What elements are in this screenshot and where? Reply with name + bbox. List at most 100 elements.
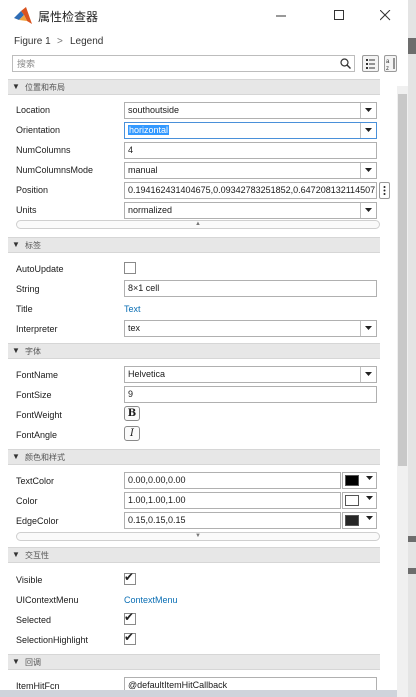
label-selected: Selected [16, 615, 52, 625]
background-block [408, 536, 416, 542]
breadcrumb: Figure 1 > Legend [0, 31, 397, 53]
label-color: Color [16, 496, 38, 506]
autoupdate-checkbox[interactable] [124, 262, 136, 274]
list-view-icon [366, 59, 375, 69]
label-textcolor: TextColor [16, 476, 55, 486]
orientation-dropdown-button[interactable] [360, 123, 376, 138]
edgecolor-input[interactable]: 0.15,0.15,0.15 [124, 512, 341, 529]
chevron-down-icon: ▼ [195, 533, 201, 539]
selected-checkbox[interactable]: ✔ [124, 610, 136, 625]
breadcrumb-legend[interactable]: Legend [70, 36, 103, 47]
label-uicontextmenu: UIContextMenu [16, 595, 79, 605]
string-input[interactable]: 8×1 cell [124, 280, 377, 297]
vertical-scrollbar[interactable] [397, 86, 408, 697]
search-icon[interactable] [340, 58, 351, 69]
expand-advanced-bar[interactable]: ▼ [16, 532, 380, 541]
fontangle-italic-button[interactable]: I [124, 426, 140, 441]
svg-text:a: a [386, 59, 390, 65]
checkmark-icon: ✔ [124, 570, 135, 584]
breadcrumb-figure[interactable]: Figure 1 [14, 36, 51, 47]
title-bar: 属性检查器 [0, 0, 397, 31]
collapse-triangle-icon: ▼ [12, 550, 20, 559]
search-input[interactable] [17, 57, 337, 71]
title-link[interactable]: Text [124, 304, 141, 314]
numcolumns-input[interactable]: 4 [124, 142, 377, 159]
textcolor-picker-button[interactable] [342, 472, 377, 489]
background-block [408, 568, 416, 574]
label-string: String [16, 284, 40, 294]
color-input[interactable]: 1.00,1.00,1.00 [124, 492, 341, 509]
close-button[interactable] [362, 0, 408, 31]
minimize-button[interactable] [258, 0, 304, 31]
more-vertical-icon [383, 186, 386, 195]
maximize-button[interactable] [316, 0, 362, 31]
scrollbar-thumb[interactable] [398, 94, 407, 466]
label-position: Position [16, 185, 49, 195]
collapse-advanced-bar[interactable]: ▲ [16, 220, 380, 229]
chevron-down-icon [365, 108, 372, 112]
orientation-dropdown[interactable]: horizontal [124, 122, 377, 139]
fontsize-input[interactable]: 9 [124, 386, 377, 403]
fontname-dropdown-button[interactable] [360, 367, 376, 382]
chevron-down-icon [366, 496, 373, 500]
label-autoupdate: AutoUpdate [16, 264, 64, 274]
interpreter-dropdown-button[interactable] [360, 321, 376, 336]
interpreter-dropdown[interactable]: tex [124, 320, 377, 337]
breadcrumb-separator-icon: > [57, 36, 63, 47]
numcolumnsmode-dropdown-button[interactable] [360, 163, 376, 178]
section-font[interactable]: ▼ 字体 [8, 343, 380, 359]
label-fontangle: FontAngle [16, 430, 58, 440]
label-edgecolor: EdgeColor [16, 516, 59, 526]
label-numcolumnsmode: NumColumnsMode [16, 165, 94, 175]
location-dropdown[interactable]: southoutside [124, 102, 377, 119]
section-layout[interactable]: ▼ 位置和布局 [8, 79, 380, 95]
units-dropdown-button[interactable] [360, 203, 376, 218]
section-interactivity[interactable]: ▼ 交互性 [8, 547, 380, 563]
collapse-triangle-icon: ▼ [12, 657, 20, 666]
collapse-triangle-icon: ▼ [12, 346, 20, 355]
checkmark-icon: ✔ [124, 610, 135, 624]
position-more-button[interactable] [379, 182, 390, 199]
fontname-dropdown[interactable]: Helvetica [124, 366, 377, 383]
visible-checkbox[interactable]: ✔ [124, 570, 136, 585]
section-labels[interactable]: ▼ 标签 [8, 237, 380, 253]
label-title: Title [16, 304, 33, 314]
label-interpreter: Interpreter [16, 324, 58, 334]
matlab-logo [14, 7, 32, 24]
section-callbacks[interactable]: ▼ 回调 [8, 654, 380, 670]
svg-text:z: z [386, 66, 389, 71]
category-view-button[interactable] [362, 55, 379, 72]
uicontextmenu-link[interactable]: ContextMenu [124, 595, 178, 605]
label-fontname: FontName [16, 370, 59, 380]
background-window-strip [408, 0, 416, 697]
position-input[interactable]: 0.194162431404675,0.09342783251852,0.647… [124, 182, 377, 199]
edgecolor-swatch [345, 515, 359, 526]
edgecolor-picker-button[interactable] [342, 512, 377, 529]
label-fontsize: FontSize [16, 390, 52, 400]
numcolumnsmode-dropdown[interactable]: manual [124, 162, 377, 179]
chevron-down-icon [365, 128, 372, 132]
units-dropdown[interactable]: normalized [124, 202, 377, 219]
chevron-down-icon [365, 326, 372, 330]
label-numcolumns: NumColumns [16, 145, 71, 155]
color-swatch [345, 495, 359, 506]
section-colors[interactable]: ▼ 颜色和样式 [8, 449, 380, 465]
label-orientation: Orientation [16, 125, 61, 135]
chevron-down-icon [366, 516, 373, 520]
sort-az-icon: a z [386, 58, 395, 72]
collapse-triangle-icon: ▼ [12, 82, 20, 91]
maximize-icon [333, 10, 344, 20]
chevron-down-icon [365, 208, 372, 212]
sort-az-button[interactable]: a z [384, 55, 397, 72]
textcolor-input[interactable]: 0.00,0.00,0.00 [124, 472, 341, 489]
background-bottom-strip [0, 690, 397, 697]
label-units: Units [16, 205, 37, 215]
search-row: a z [0, 53, 397, 76]
color-picker-button[interactable] [342, 492, 377, 509]
location-dropdown-button[interactable] [360, 103, 376, 118]
checkmark-icon: ✔ [124, 630, 135, 644]
fontweight-bold-button[interactable]: B [124, 406, 140, 421]
chevron-down-icon [365, 372, 372, 376]
selectionhighlight-checkbox[interactable]: ✔ [124, 630, 136, 645]
chevron-down-icon [365, 168, 372, 172]
